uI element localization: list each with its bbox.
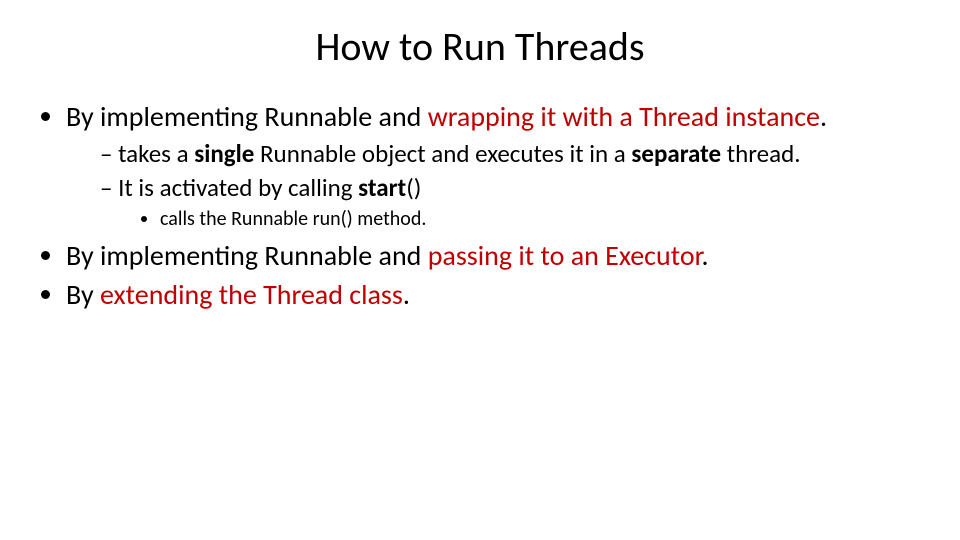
slide-title: How to Run Threads (30, 22, 930, 71)
bullet-3-text-b: . (403, 277, 410, 312)
b1s1-b1: single (194, 138, 254, 169)
bullet-3-text-a: By (66, 277, 100, 312)
b1s1-d: thread. (721, 138, 800, 169)
bullet-list-level1: By implementing Runnable and wrapping it… (30, 99, 930, 312)
b1s1-a: takes a (118, 138, 194, 169)
bullet-1-text-b: . (820, 99, 827, 134)
bullet-1-sub-1: takes a single Runnable object and execu… (100, 138, 930, 170)
bullet-1-sublist: takes a single Runnable object and execu… (66, 138, 930, 232)
bullet-2-text-a: By implementing Runnable and (66, 238, 428, 273)
bullet-3: By extending the Thread class. (66, 277, 930, 312)
bullet-1-sub-2-sublist: calls the Runnable run() method. (100, 206, 930, 232)
bullet-3-text-red: extending the Thread class (100, 277, 403, 312)
bullet-1-sub-2: It is activated by calling start() calls… (100, 172, 930, 232)
bullet-2-text-red: passing it to an Executor (428, 238, 702, 273)
bullet-1-text-a: By implementing Runnable and (66, 99, 428, 134)
bullet-1: By implementing Runnable and wrapping it… (66, 99, 930, 232)
bullet-1-sub-2-sub-1: calls the Runnable run() method. (160, 206, 930, 232)
bullet-2-text-b: . (702, 238, 709, 273)
b1s1-b2: separate (631, 138, 721, 169)
bullet-1-text-red: wrapping it with a Thread instance (428, 99, 820, 134)
b1s2-b: start (358, 172, 406, 203)
b1s1-c: Runnable object and executes it in a (254, 138, 631, 169)
slide: How to Run Threads By implementing Runna… (0, 0, 960, 540)
bullet-2: By implementing Runnable and passing it … (66, 238, 930, 273)
b1s2-a: It is activated by calling (118, 172, 358, 203)
b1s2-c: () (406, 172, 421, 203)
